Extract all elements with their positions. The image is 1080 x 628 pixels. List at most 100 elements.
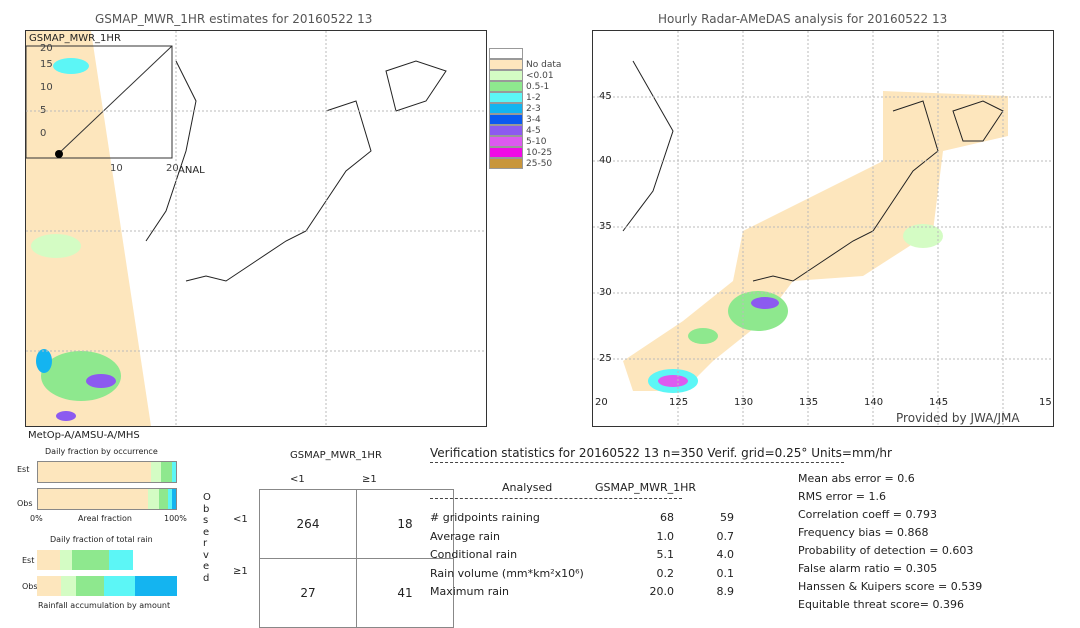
- score: Correlation coeff = 0.793: [798, 508, 937, 521]
- col-analysed: Analysed: [502, 481, 553, 494]
- stat-analysed: 20.0: [649, 585, 675, 598]
- legend-label: <0.01: [526, 70, 554, 81]
- ytick: 5: [40, 105, 47, 116]
- cell: 27: [259, 558, 357, 628]
- est-occurrence-bar: [37, 461, 177, 483]
- legend-swatch: [489, 125, 523, 136]
- legend-label: 1-2: [526, 92, 541, 103]
- legend-swatch: [489, 70, 523, 81]
- col-gsmap: GSMAP_MWR_1HR: [595, 481, 697, 494]
- lat-tick: 25: [599, 353, 612, 364]
- legend-item: [489, 48, 569, 59]
- lon-tick: 20: [595, 397, 608, 408]
- row-ge: ≥1: [233, 566, 248, 577]
- row-lt: <1: [233, 514, 248, 525]
- legend-item: No data: [489, 59, 569, 70]
- legend-label: No data: [526, 59, 562, 70]
- cell: 264: [259, 489, 357, 559]
- satellite-label: MetOp-A/AMSU-A/MHS: [28, 430, 140, 441]
- est-label: Est: [22, 556, 35, 565]
- left-map: GSMAP_MWR_1HR 15 10 5 0 20 10 20 ANAL: [25, 30, 487, 427]
- total-title: Daily fraction of total rain: [50, 535, 153, 544]
- legend-swatch: [489, 158, 523, 169]
- legend-swatch: [489, 81, 523, 92]
- right-map-graphic: [593, 31, 1053, 426]
- legend-swatch: [489, 136, 523, 147]
- col-lt: <1: [290, 474, 305, 485]
- accum-title: Rainfall accumulation by amount: [38, 601, 171, 610]
- score: Frequency bias = 0.868: [798, 526, 929, 539]
- score: Mean abs error = 0.6: [798, 472, 915, 485]
- legend-label: 4-5: [526, 125, 541, 136]
- stat-gsmap: 0.7: [716, 529, 735, 543]
- observed-label: Observed: [203, 492, 211, 584]
- lat-tick: 30: [599, 287, 612, 298]
- pct100: 100%: [164, 514, 187, 523]
- score: RMS error = 1.6: [798, 490, 886, 503]
- stat-gsmap: 0.1: [716, 566, 735, 580]
- legend-swatch: [489, 59, 523, 70]
- legend-label: 2-3: [526, 103, 541, 114]
- legend-label: 5-10: [526, 136, 547, 147]
- lon-tick: 15: [1039, 397, 1052, 408]
- stat-row-label: Rain volume (mm*km²x10⁶): [430, 566, 584, 580]
- legend: No data <0.01 0.5-1 1-2 2-3 3-4 4-5 5-10 10-25 25…: [489, 48, 569, 169]
- stat-row-label: Maximum rain: [430, 585, 509, 598]
- legend-item: 25-50: [489, 158, 569, 169]
- right-map: 45 40 35 30 25 20 125 130 135 140 145 15…: [592, 30, 1054, 427]
- stat-row-label: # gridpoints raining: [430, 511, 540, 524]
- legend-item: 2-3: [489, 103, 569, 114]
- ytick: 15: [40, 59, 53, 70]
- lon-tick: 130: [734, 397, 754, 408]
- stat-analysed: 1.0: [656, 529, 675, 543]
- stat-gsmap: 8.9: [716, 585, 735, 598]
- legend-swatch: [489, 48, 523, 59]
- contingency-title: GSMAP_MWR_1HR: [290, 450, 382, 461]
- legend-label: 0.5-1: [526, 81, 550, 92]
- est-label: Est: [17, 465, 30, 474]
- inset-yticks: 15 10 5 0: [40, 53, 53, 145]
- lat-tick: 40: [599, 155, 612, 166]
- legend-item: 4-5: [489, 125, 569, 136]
- stat-analysed: 5.1: [656, 548, 675, 561]
- stat-gsmap: 59: [720, 511, 734, 524]
- legend-label: 10-25: [526, 147, 553, 158]
- obs-label: Obs: [17, 499, 33, 508]
- score: Probability of detection = 0.603: [798, 544, 974, 557]
- lon-tick: 145: [929, 397, 949, 408]
- legend-label: 3-4: [526, 114, 541, 125]
- lat-tick: 45: [599, 91, 612, 102]
- legend-swatch: [489, 92, 523, 103]
- stat-analysed: 68: [660, 511, 674, 524]
- anal-label: ANAL: [178, 165, 205, 176]
- pct0: 0%: [30, 514, 43, 523]
- lon-tick: 135: [799, 397, 819, 408]
- legend-item: 1-2: [489, 92, 569, 103]
- left-map-graphic: [26, 31, 486, 426]
- est-total-bar: [37, 550, 133, 570]
- verification-header: Verification statistics for 20160522 13 …: [430, 446, 892, 460]
- ytick: 20: [40, 43, 53, 54]
- stat-analysed: 0.2: [656, 566, 675, 580]
- xtick: 20: [166, 163, 179, 174]
- legend-item: <0.01: [489, 70, 569, 81]
- legend-label: 25-50: [526, 158, 553, 169]
- legend-swatch: [489, 103, 523, 114]
- legend-swatch: [489, 114, 523, 125]
- obs-total-bar: [37, 576, 177, 596]
- occurrence-title: Daily fraction by occurrence: [45, 447, 158, 456]
- right-map-title: Hourly Radar-AMeDAS analysis for 2016052…: [658, 12, 948, 26]
- obs-label: Obs: [22, 582, 38, 591]
- col-ge: ≥1: [362, 474, 377, 485]
- stat-gsmap: 4.0: [716, 548, 735, 561]
- legend-item: 0.5-1: [489, 81, 569, 92]
- legend-item: 3-4: [489, 114, 569, 125]
- areal-label: Areal fraction: [78, 514, 132, 523]
- legend-item: 5-10: [489, 136, 569, 147]
- obs-occurrence-bar: [37, 488, 177, 510]
- credit: Provided by JWA/JMA: [896, 411, 1020, 425]
- ytick: 0: [40, 128, 47, 139]
- score: Equitable threat score= 0.396: [798, 598, 964, 611]
- legend-item: 10-25: [489, 147, 569, 158]
- stat-row-label: Conditional rain: [430, 548, 518, 561]
